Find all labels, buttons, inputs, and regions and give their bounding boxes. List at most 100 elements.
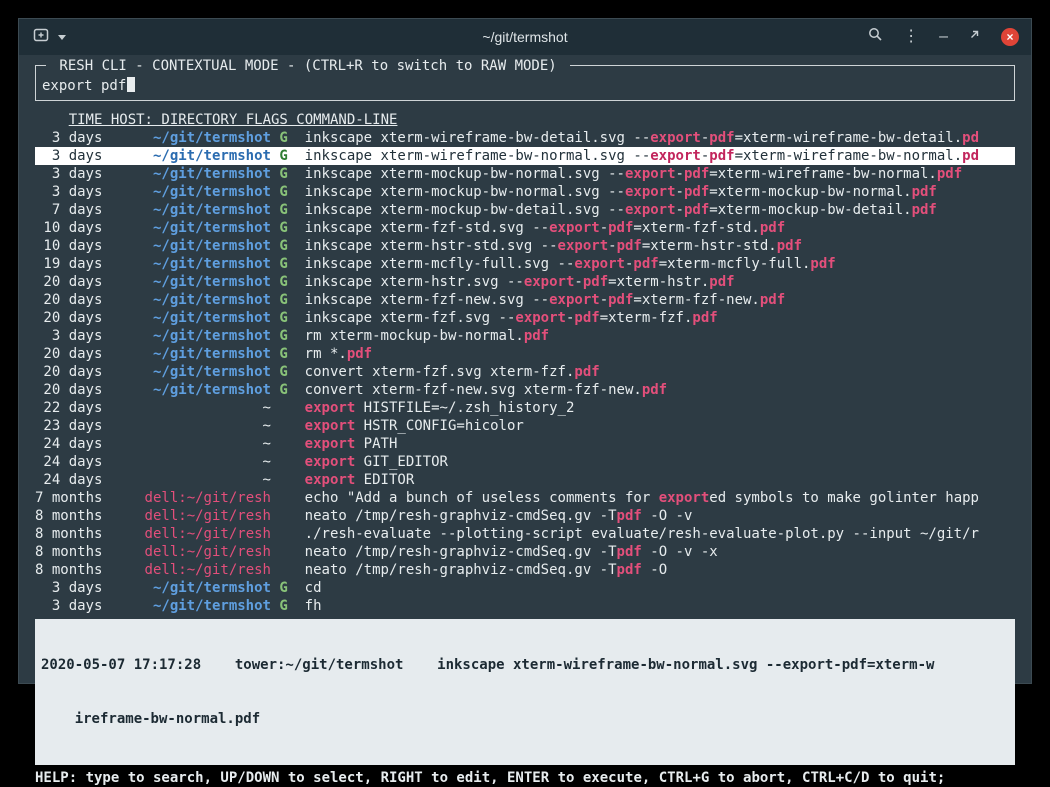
row-host-directory: ~/git/termshot <box>111 129 271 147</box>
row-flags: G <box>279 219 296 237</box>
row-time: 3 days <box>35 129 102 147</box>
row-time: 3 days <box>35 327 102 345</box>
table-row[interactable]: 24 days ~ export EDITOR <box>35 471 1015 489</box>
row-flags: G <box>279 255 296 273</box>
row-command: convert xterm-fzf-new.svg xterm-fzf-new.… <box>305 381 1015 399</box>
row-command: inkscape xterm-fzf-std.svg --export-pdf=… <box>305 219 1015 237</box>
row-host-directory: ~/git/termshot <box>111 255 271 273</box>
table-row[interactable]: 3 days~/git/termshotGfh <box>35 597 1015 615</box>
table-row[interactable]: 8 monthsdell:~/git/reshneato /tmp/resh-g… <box>35 507 1015 525</box>
tab-dropdown-button[interactable] <box>58 35 66 40</box>
row-flags <box>279 471 296 489</box>
status-line-1: 2020-05-07 17:17:28 tower:~/git/termshot… <box>41 656 1009 674</box>
row-command: convert xterm-fzf.svg xterm-fzf.pdf <box>305 363 1015 381</box>
new-tab-icon <box>33 28 49 47</box>
row-flags: G <box>279 309 296 327</box>
table-row[interactable]: 8 monthsdell:~/git/resh./resh-evaluate -… <box>35 525 1015 543</box>
row-time: 20 days <box>35 363 102 381</box>
table-row[interactable]: 8 monthsdell:~/git/reshneato /tmp/resh-g… <box>35 561 1015 579</box>
kebab-menu-icon: ⋮ <box>903 29 919 45</box>
row-flags: G <box>279 201 296 219</box>
row-command: neato /tmp/resh-graphviz-cmdSeq.gv -Tpdf… <box>305 561 1015 579</box>
table-row[interactable]: 10 days~/git/termshotGinkscape xterm-hst… <box>35 237 1015 255</box>
search-query-text: export pdf <box>42 78 126 94</box>
terminal-window: ~/git/termshot ⋮ – <box>18 18 1032 684</box>
row-flags: G <box>279 273 296 291</box>
row-host-directory: ~/git/termshot <box>111 273 271 291</box>
table-row[interactable]: 3 days~/git/termshotGinkscape xterm-mock… <box>35 165 1015 183</box>
row-command: export HISTFILE=~/.zsh_history_2 <box>305 399 1015 417</box>
row-flags <box>279 417 296 435</box>
minimize-button[interactable]: – <box>939 29 948 45</box>
row-host-directory: ~/git/termshot <box>111 363 271 381</box>
row-time: 8 months <box>35 543 102 561</box>
table-row[interactable]: 20 days~/git/termshotGinkscape xterm-fzf… <box>35 291 1015 309</box>
table-row[interactable]: 20 days~/git/termshotGconvert xterm-fzf-… <box>35 381 1015 399</box>
search-panel: RESH CLI - CONTEXTUAL MODE - (CTRL+R to … <box>35 65 1015 101</box>
row-host-directory: ~/git/termshot <box>111 147 271 165</box>
table-row[interactable]: 3 days ~/git/termshot Ginkscape xterm-wire… <box>35 129 1015 147</box>
table-row[interactable]: 20 days ~/git/termshot Gconvert xterm-fzf.… <box>35 363 1015 381</box>
row-host-directory: ~/git/termshot <box>111 579 271 597</box>
row-command: inkscape xterm-hstr-std.svg --export-pdf… <box>305 237 1015 255</box>
table-row[interactable]: 3 days~/git/termshotGcd <box>35 579 1015 597</box>
table-row[interactable]: 20 days ~/git/termshot Ginkscape xterm-fzf… <box>35 309 1015 327</box>
row-command: neato /tmp/resh-graphviz-cmdSeq.gv -Tpdf… <box>305 543 1015 561</box>
table-row[interactable]: 3 days~/git/termshotGinkscape xterm-mock… <box>35 183 1015 201</box>
table-row[interactable]: 10 days~/git/termshotGinkscape xterm-fzf… <box>35 219 1015 237</box>
row-time: 10 days <box>35 237 102 255</box>
table-row[interactable]: 3 days~/git/termshotGrm xterm-mockup-bw-… <box>35 327 1015 345</box>
row-time: 7 days <box>35 201 102 219</box>
row-host-directory: ~/git/termshot <box>111 309 271 327</box>
table-row[interactable]: 8 monthsdell:~/git/reshneato /tmp/resh-g… <box>35 543 1015 561</box>
history-rows: 3 days ~/git/termshot Ginkscape xterm-wire… <box>35 129 1015 615</box>
row-command: inkscape xterm-fzf.svg --export-pdf=xter… <box>305 309 1015 327</box>
row-command: export EDITOR <box>305 471 1015 489</box>
row-command: ./resh-evaluate --plotting-script evalua… <box>305 525 1015 543</box>
status-bar: 2020-05-07 17:17:28 tower:~/git/termshot… <box>35 619 1015 765</box>
search-input[interactable]: export pdf <box>42 77 1008 95</box>
row-time: 8 months <box>35 507 102 525</box>
row-time: 3 days <box>35 183 102 201</box>
terminal-content: RESH CLI - CONTEXTUAL MODE - (CTRL+R to … <box>19 55 1031 787</box>
row-time: 3 days <box>35 165 102 183</box>
row-command: inkscape xterm-wireframe-bw-normal.svg -… <box>305 147 1015 165</box>
table-row[interactable]: 7 days~/git/termshotGinkscape xterm-mock… <box>35 201 1015 219</box>
close-button[interactable]: × <box>1001 28 1019 46</box>
table-row[interactable]: 24 days~export GIT_EDITOR <box>35 453 1015 471</box>
row-host-directory: ~/git/termshot <box>111 381 271 399</box>
row-flags: G <box>279 291 296 309</box>
table-row[interactable]: 22 days~export HISTFILE=~/.zsh_history_2 <box>35 399 1015 417</box>
table-row[interactable]: 24 days~export PATH <box>35 435 1015 453</box>
table-row[interactable]: 20 days~/git/termshotGinkscape xterm-hst… <box>35 273 1015 291</box>
row-time: 20 days <box>35 309 102 327</box>
row-flags: G <box>279 363 296 381</box>
table-row[interactable]: 7 monthsdell:~/git/reshecho "Add a bunch… <box>35 489 1015 507</box>
row-time: 22 days <box>35 399 102 417</box>
table-header: TIME HOST: DIRECTORY FLAGS COMMAND-LINE <box>35 111 1015 129</box>
row-host-directory: ~/git/termshot <box>111 291 271 309</box>
table-row[interactable]: 20 days~/git/termshotGrm *.pdf <box>35 345 1015 363</box>
table-row[interactable]: 19 days~/git/termshotGinkscape xterm-mcf… <box>35 255 1015 273</box>
row-host-directory: ~ <box>111 471 271 489</box>
row-host-directory: ~/git/termshot <box>111 597 271 615</box>
row-command: inkscape xterm-wireframe-bw-detail.svg -… <box>305 129 1015 147</box>
row-command: inkscape xterm-mockup-bw-detail.svg --ex… <box>305 201 1015 219</box>
table-row[interactable]: 23 days~export HSTR_CONFIG=hicolor <box>35 417 1015 435</box>
row-command: export GIT_EDITOR <box>305 453 1015 471</box>
row-time: 19 days <box>35 255 102 273</box>
table-row[interactable]: 3 days~/git/termshotGinkscape xterm-wire… <box>35 147 1015 165</box>
row-time: 3 days <box>35 597 102 615</box>
row-host-directory: ~ <box>111 453 271 471</box>
search-button[interactable] <box>868 27 883 47</box>
row-host-directory: ~/git/termshot <box>111 219 271 237</box>
row-host-directory: ~ <box>111 435 271 453</box>
row-flags: G <box>279 129 296 147</box>
row-command: export HSTR_CONFIG=hicolor <box>305 417 1015 435</box>
row-command: inkscape xterm-hstr.svg --export-pdf=xte… <box>305 273 1015 291</box>
new-tab-button[interactable] <box>33 28 49 47</box>
status-line-2: ireframe-bw-normal.pdf <box>41 710 1009 728</box>
menu-button[interactable]: ⋮ <box>903 29 919 45</box>
restore-button[interactable] <box>968 28 981 46</box>
row-time: 24 days <box>35 471 102 489</box>
